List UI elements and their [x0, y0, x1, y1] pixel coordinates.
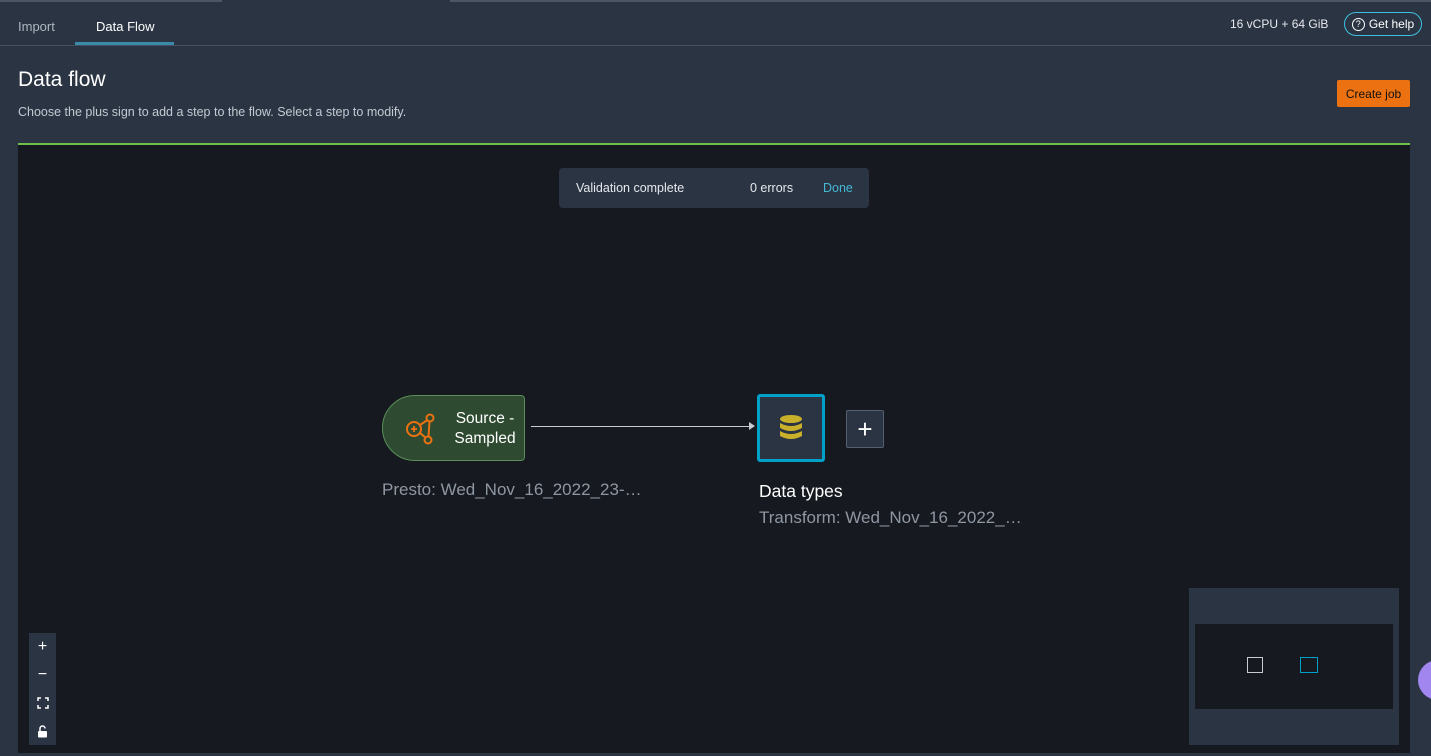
tab-import[interactable]: Import — [18, 19, 55, 34]
help-circle-icon: ? — [1351, 17, 1365, 31]
minimap-viewport — [1195, 624, 1393, 709]
zoom-in-button[interactable]: + — [29, 633, 56, 661]
instance-resource-label: 16 vCPU + 64 GiB — [1230, 17, 1329, 31]
zoom-out-button[interactable]: − — [29, 661, 56, 689]
data-types-node[interactable] — [757, 394, 825, 462]
assistant-fab[interactable] — [1418, 660, 1431, 700]
fit-view-icon — [36, 697, 49, 709]
source-graph-icon — [406, 413, 435, 445]
tab-data-flow[interactable]: Data Flow — [96, 19, 155, 34]
fit-view-button[interactable] — [29, 689, 56, 717]
source-node-label: Source - Sampled — [454, 410, 516, 447]
zoom-out-icon: − — [37, 666, 48, 683]
flow-edge — [531, 426, 752, 427]
page-title: Data flow — [18, 68, 106, 91]
lock-icon — [38, 724, 47, 737]
plus-icon: + — [857, 414, 873, 444]
get-help-label: Get help — [1368, 17, 1415, 31]
minimap[interactable] — [1189, 588, 1399, 745]
data-types-node-title: Data types — [759, 481, 843, 501]
active-tab-indicator — [75, 42, 174, 45]
source-node[interactable]: Source - Sampled — [382, 395, 525, 461]
validation-banner: Validation complete 0 errors Done — [559, 168, 869, 208]
add-step-button[interactable]: + — [846, 410, 884, 448]
validation-message: Validation complete — [576, 181, 685, 195]
get-help-button[interactable]: ? Get help — [1344, 12, 1422, 36]
validation-done-link[interactable]: Done — [823, 181, 853, 195]
lock-button[interactable] — [29, 717, 56, 745]
zoom-controls: + − — [29, 633, 56, 745]
create-job-button[interactable]: Create job — [1337, 80, 1410, 107]
validation-error-count: 0 errors — [750, 181, 794, 195]
data-types-node-caption: Transform: Wed_Nov_16_2022_… — [759, 508, 1022, 527]
minimap-transform-node — [1300, 657, 1318, 673]
flow-edge-arrow — [749, 422, 755, 430]
source-node-caption: Presto: Wed_Nov_16_2022_23-… — [382, 480, 642, 499]
zoom-in-icon: + — [37, 638, 48, 655]
page-subtitle: Choose the plus sign to add a step to th… — [18, 105, 407, 119]
flow-canvas[interactable]: Validation complete 0 errors Done Source… — [18, 143, 1410, 753]
tab-bar: Import Data Flow 16 vCPU + 64 GiB ? Get … — [0, 0, 1431, 46]
minimap-source-node — [1247, 657, 1263, 673]
database-icon — [780, 415, 802, 439]
